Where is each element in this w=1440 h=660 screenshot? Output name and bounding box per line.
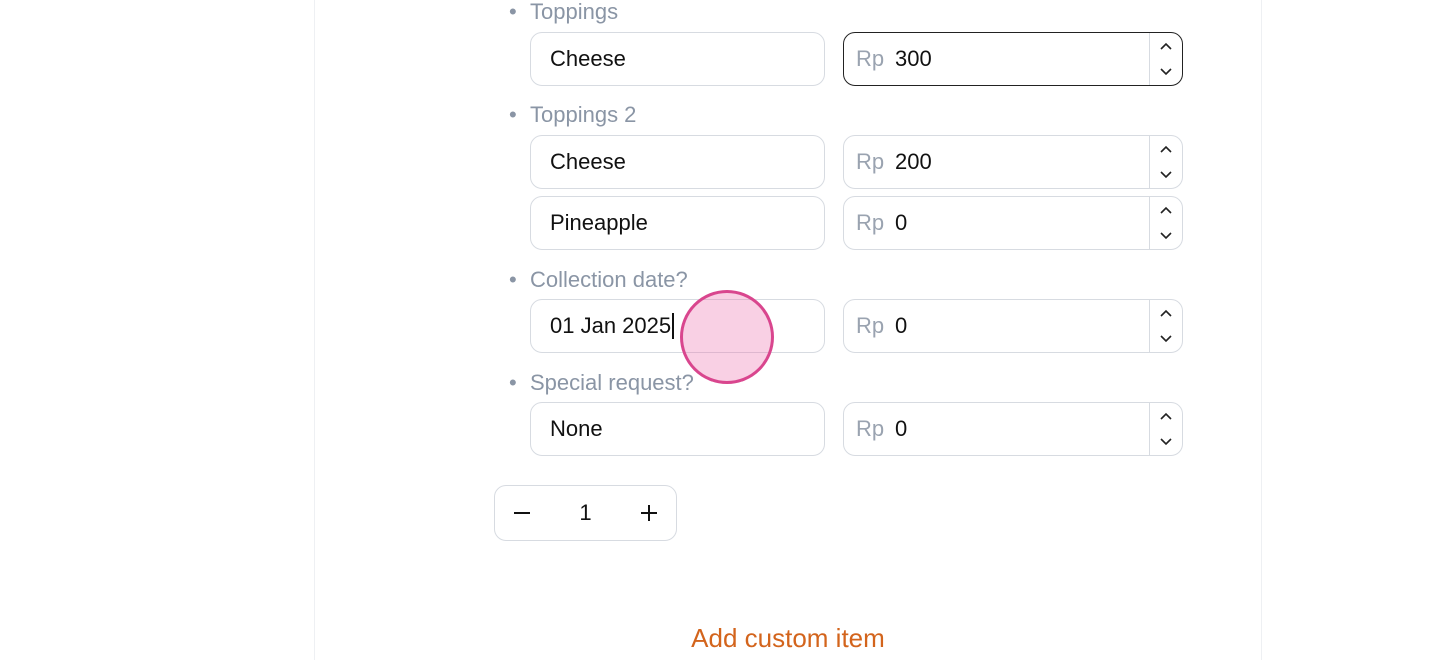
option-price-input[interactable]: Rp 300	[843, 32, 1183, 86]
group-label-collection-date: • Collection date?	[509, 266, 688, 294]
bullet: •	[509, 0, 517, 24]
option-name-value: Cheese	[550, 46, 626, 71]
increment-button[interactable]	[640, 504, 658, 522]
group-label-text: Toppings 2	[530, 102, 637, 127]
price-stepper	[1149, 136, 1182, 188]
option-name-input[interactable]: 01 Jan 2025	[530, 299, 825, 353]
price-value: 300	[895, 46, 932, 71]
quantity-stepper: 1	[494, 485, 677, 541]
option-name-input[interactable]: Cheese	[530, 135, 825, 189]
option-name-input[interactable]: None	[530, 402, 825, 456]
decrement-button[interactable]	[513, 504, 531, 522]
option-name-value: None	[550, 416, 603, 441]
quantity-value: 1	[579, 500, 592, 525]
price-stepper	[1149, 197, 1182, 249]
option-price-input[interactable]: Rp 0	[843, 196, 1183, 250]
text-caret	[672, 313, 675, 339]
plus-icon	[641, 505, 657, 521]
price-stepper	[1149, 300, 1182, 352]
chevron-up-icon[interactable]	[1150, 136, 1182, 162]
chevron-up-icon[interactable]	[1150, 197, 1182, 223]
chevron-down-icon[interactable]	[1150, 429, 1182, 455]
option-price-input[interactable]: Rp 0	[843, 299, 1183, 353]
option-name-value: 01 Jan 2025	[550, 313, 672, 338]
option-name-value: Pineapple	[550, 210, 648, 235]
group-label-special-request: • Special request?	[509, 369, 694, 397]
chevron-up-icon[interactable]	[1150, 403, 1182, 429]
bullet: •	[509, 370, 517, 395]
currency-prefix: Rp	[856, 416, 885, 441]
group-label-toppings-2: • Toppings 2	[509, 101, 636, 129]
chevron-up-icon[interactable]	[1150, 300, 1182, 326]
option-name-input[interactable]: Pineapple	[530, 196, 825, 250]
group-label-toppings: • Toppings	[509, 0, 618, 26]
price-value: 0	[895, 313, 908, 338]
bullet: •	[509, 102, 517, 127]
option-price-input[interactable]: Rp 0	[843, 402, 1183, 456]
add-custom-item-link[interactable]: Add custom item	[0, 623, 1440, 654]
price-value: 200	[895, 149, 932, 174]
chevron-down-icon[interactable]	[1150, 162, 1182, 188]
price-value: 0	[895, 416, 908, 441]
price-stepper	[1149, 33, 1182, 85]
group-label-text: Collection date?	[530, 267, 688, 292]
currency-prefix: Rp	[856, 149, 885, 174]
currency-prefix: Rp	[856, 46, 885, 71]
currency-prefix: Rp	[856, 210, 885, 235]
option-price-input[interactable]: Rp 200	[843, 135, 1183, 189]
chevron-down-icon[interactable]	[1150, 223, 1182, 249]
option-name-value: Cheese	[550, 149, 626, 174]
chevron-down-icon[interactable]	[1150, 326, 1182, 352]
chevron-up-icon[interactable]	[1150, 33, 1182, 59]
currency-prefix: Rp	[856, 313, 885, 338]
price-stepper	[1149, 403, 1182, 455]
bullet: •	[509, 267, 517, 292]
price-value: 0	[895, 210, 908, 235]
group-label-text: Special request?	[530, 370, 694, 395]
group-label-text: Toppings	[530, 0, 619, 24]
option-name-input[interactable]: Cheese	[530, 32, 825, 86]
chevron-down-icon[interactable]	[1150, 59, 1182, 85]
add-custom-item-label: Add custom item	[691, 623, 885, 653]
minus-icon	[514, 512, 530, 514]
